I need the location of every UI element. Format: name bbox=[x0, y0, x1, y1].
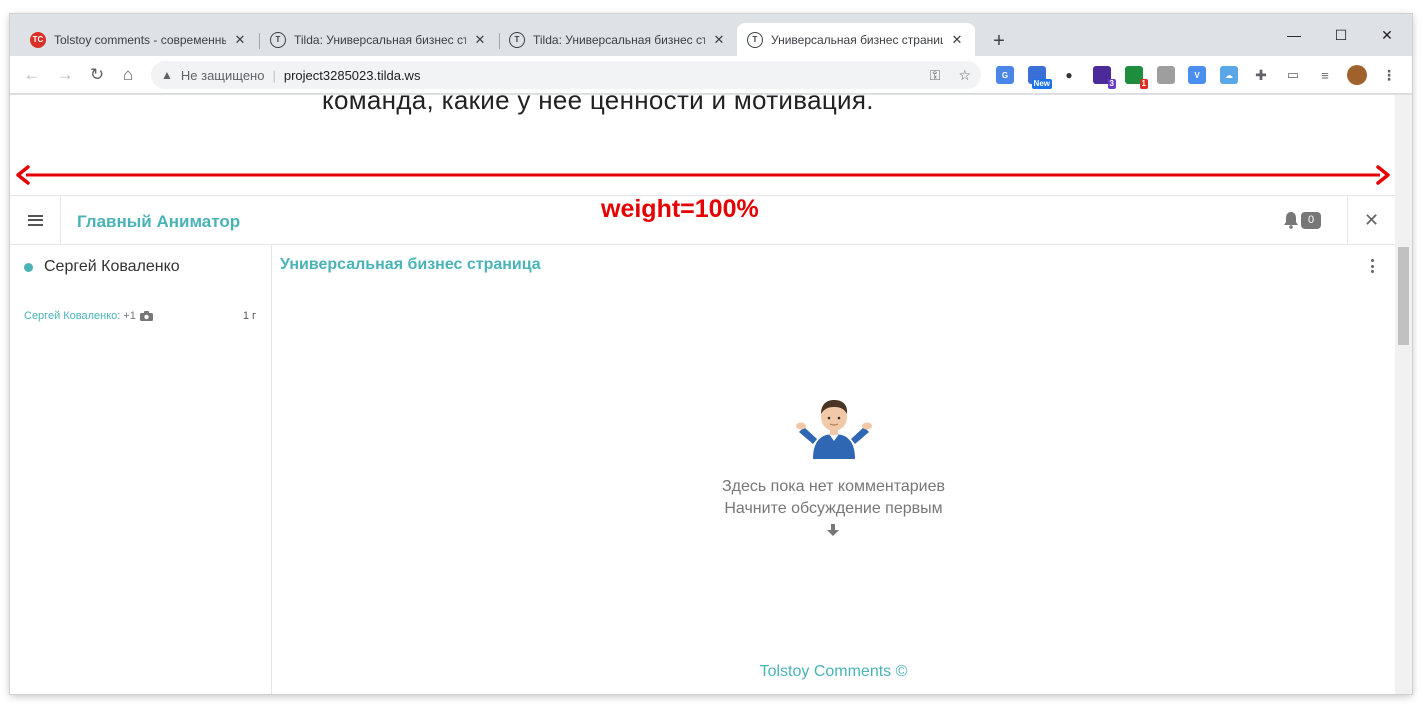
current-user[interactable]: Сергей Коваленко bbox=[24, 258, 180, 276]
more-options-icon[interactable] bbox=[1368, 259, 1376, 273]
tab-active-page[interactable]: T Универсальная бизнес страниц ✕ bbox=[737, 23, 975, 56]
v-extension-icon[interactable]: V bbox=[1188, 66, 1206, 84]
maximize-button[interactable]: ☐ bbox=[1318, 20, 1364, 50]
tilda-favicon-icon: T bbox=[747, 31, 763, 48]
tab-tolstoy[interactable]: TC Tolstoy comments - современны ✕ bbox=[20, 23, 258, 56]
empty-state-title: Здесь пока нет комментариев bbox=[721, 478, 945, 495]
reload-button[interactable]: ↻ bbox=[85, 63, 109, 87]
camera-icon bbox=[139, 311, 153, 321]
width-arrow-icon bbox=[16, 165, 1390, 185]
comments-widget: Главный Аниматор 0 ✕ Сергей Коваленко Се… bbox=[10, 195, 1395, 694]
tab-close-icon[interactable]: ✕ bbox=[472, 32, 488, 48]
tab-title: Универсальная бизнес страниц bbox=[771, 32, 943, 47]
last-message-author: Сергей Коваленко: bbox=[24, 310, 121, 322]
online-status-icon bbox=[24, 262, 33, 272]
channel-title[interactable]: Главный Аниматор bbox=[77, 212, 240, 232]
empty-state-subtitle: Начните обсуждение первым bbox=[724, 500, 943, 517]
browser-menu-icon[interactable]: ⋮ bbox=[1380, 66, 1398, 84]
profile-avatar[interactable] bbox=[1347, 65, 1367, 85]
chat-sidebar: Сергей Коваленко Сергей Коваленко: +1 1 … bbox=[10, 245, 272, 694]
back-button[interactable]: ← bbox=[20, 63, 44, 87]
notification-count: 0 bbox=[1301, 211, 1322, 229]
dots-extension-icon[interactable]: ● bbox=[1060, 66, 1078, 84]
comments-main: Универсальная бизнес страница Здесь пока… bbox=[272, 245, 1395, 694]
notifications-button[interactable]: 0 bbox=[1283, 211, 1322, 229]
browser-toolbar: ← → ↻ ⌂ ▲ Не защищено | project3285023.t… bbox=[10, 56, 1412, 94]
arrow-down-icon bbox=[827, 524, 839, 536]
key-icon[interactable]: ⚿ bbox=[930, 67, 941, 84]
footer-credit-link[interactable]: Tolstoy Comments © bbox=[272, 663, 1395, 681]
screenshot-extension-icon[interactable]: New bbox=[1028, 66, 1052, 89]
last-message-row[interactable]: Сергей Коваленко: +1 1 г bbox=[24, 310, 256, 322]
url-text: project3285023.tilda.ws bbox=[283, 67, 421, 83]
tilda-favicon-icon: T bbox=[509, 31, 525, 48]
tab-tilda-2[interactable]: T Tilda: Универсальная бизнес стр ✕ bbox=[499, 23, 737, 56]
cloud-extension-icon[interactable]: ☁ bbox=[1220, 66, 1238, 84]
count-badge: 3 bbox=[1107, 79, 1116, 89]
page-paragraph: команда, какие у нее ценности и мотиваци… bbox=[322, 95, 874, 115]
bell-icon bbox=[1284, 212, 1298, 229]
hamburger-icon bbox=[27, 214, 43, 226]
tab-title: Tolstoy comments - современны bbox=[54, 32, 226, 47]
security-label: Не защищено bbox=[180, 67, 265, 83]
hat-extension-icon[interactable]: 3 bbox=[1093, 66, 1116, 89]
tilda-favicon-icon: T bbox=[270, 31, 286, 48]
tab-close-icon[interactable]: ✕ bbox=[711, 32, 727, 48]
new-tab-button[interactable]: + bbox=[985, 28, 1013, 56]
page-title: Универсальная бизнес страница bbox=[280, 256, 541, 273]
bookmark-star-icon[interactable]: ☆ bbox=[958, 67, 971, 84]
address-actions: ⚿ ☆ bbox=[930, 67, 971, 84]
address-bar[interactable]: ▲ Не защищено | project3285023.tilda.ws … bbox=[151, 61, 981, 89]
scrollbar-thumb[interactable] bbox=[1398, 247, 1409, 345]
mail-extension-icon[interactable]: 1 bbox=[1125, 66, 1148, 89]
page-scrollbar[interactable] bbox=[1395, 95, 1412, 694]
tab-title: Tilda: Универсальная бизнес стр bbox=[533, 32, 705, 47]
translate-extension-icon[interactable]: G bbox=[996, 66, 1014, 84]
close-window-button[interactable]: ✕ bbox=[1364, 20, 1410, 50]
count-badge: 1 bbox=[1139, 79, 1148, 89]
home-button[interactable]: ⌂ bbox=[116, 63, 140, 87]
last-message-age: 1 г bbox=[242, 310, 256, 322]
extensions-puzzle-icon[interactable]: ✚ bbox=[1252, 66, 1270, 84]
cast-icon[interactable]: ▭ bbox=[1284, 66, 1302, 84]
tolstoy-favicon-icon: TC bbox=[30, 31, 46, 48]
minimize-button[interactable]: — bbox=[1271, 20, 1317, 50]
close-widget-button[interactable]: ✕ bbox=[1347, 196, 1395, 244]
width-annotation-label: weight=100% bbox=[601, 195, 759, 223]
media-queue-icon[interactable]: ≡ bbox=[1316, 66, 1334, 84]
address-divider: | bbox=[272, 67, 276, 83]
tab-title: Tilda: Универсальная бизнес стр bbox=[294, 32, 466, 47]
tab-strip: TC Tolstoy comments - современны ✕ T Til… bbox=[10, 14, 1412, 56]
tab-close-icon[interactable]: ✕ bbox=[949, 32, 965, 48]
hamburger-menu-button[interactable] bbox=[10, 196, 61, 244]
last-message-extra: +1 bbox=[123, 310, 136, 322]
photo-extension-icon[interactable] bbox=[1157, 66, 1175, 84]
new-badge: New bbox=[1031, 79, 1052, 89]
user-name: Сергей Коваленко bbox=[44, 258, 180, 275]
shrug-emoji-icon bbox=[796, 400, 872, 459]
warning-icon: ▲ bbox=[161, 68, 173, 82]
forward-button[interactable]: → bbox=[53, 63, 77, 87]
tab-close-icon[interactable]: ✕ bbox=[232, 32, 248, 48]
page-content: команда, какие у нее ценности и мотиваци… bbox=[10, 95, 1395, 694]
browser-window: TC Tolstoy comments - современны ✕ T Til… bbox=[10, 14, 1412, 694]
tab-tilda-1[interactable]: T Tilda: Универсальная бизнес стр ✕ bbox=[260, 23, 498, 56]
